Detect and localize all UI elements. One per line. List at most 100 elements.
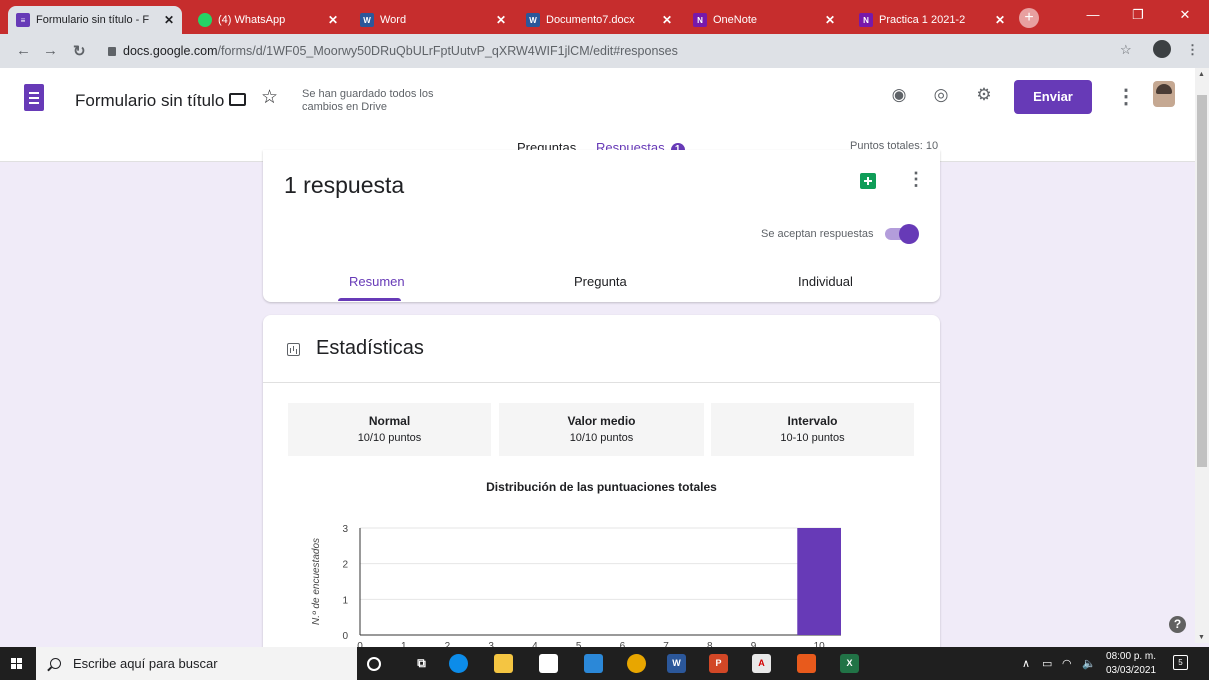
accepting-responses-toggle[interactable] [885,224,919,244]
edge-icon[interactable] [449,654,468,673]
browser-tab-documento7[interactable]: W Documento7.docx ✕ [518,6,680,34]
tab-title: (4) WhatsApp [218,14,286,26]
close-icon[interactable]: ✕ [825,13,835,27]
onenote-icon: N [859,13,873,27]
search-icon [50,658,61,669]
excel-icon[interactable]: X [840,654,859,673]
back-icon[interactable]: ← [16,42,31,59]
volume-icon[interactable]: 🔈 [1082,657,1096,670]
forward-icon[interactable]: → [43,42,58,59]
tab-title: Practica 1 2021-2 [879,14,966,26]
statistics-card: Estadísticas Normal 10/10 puntos Valor m… [263,315,940,655]
browser-tab-onenote[interactable]: N OneNote ✕ [685,6,843,34]
tab-title: Formulario sin título - F [36,14,150,26]
stat-value: 10/10 puntos [569,432,634,444]
browser-tab-practica[interactable]: N Practica 1 2021-2 ✕ [851,6,1013,34]
avatar[interactable] [1153,81,1175,107]
subtab-summary[interactable]: Resumen [349,274,405,289]
y-tick-label: 1 [342,595,348,606]
whatsapp-icon [198,13,212,27]
store-icon[interactable] [539,654,558,673]
windows-taskbar: Escribe aquí para buscar ⧉ W P A X ∧ ▭ ◠… [0,647,1209,680]
taskbar-clock[interactable]: 08:00 p. m. 03/03/2021 [1106,650,1156,678]
scrollbar-thumb[interactable] [1197,95,1207,467]
close-icon[interactable]: ✕ [662,13,672,27]
forms-icon: ≡ [16,13,30,27]
bar-chart-icon [287,343,300,356]
google-sheets-icon[interactable] [860,173,876,189]
stat-label: Valor medio [567,414,636,428]
form-title[interactable]: Formulario sin título [75,91,224,111]
address-bar-row: ← → ↻ docs.google.com /forms/d/1WF05_Moo… [0,34,1209,68]
new-tab-button[interactable]: + [1019,8,1039,28]
scroll-up-icon[interactable]: ▲ [1198,71,1205,78]
stat-label: Intervalo [787,414,838,428]
word-icon: W [360,13,374,27]
browser-tab-strip: ≡ Formulario sin título - F ✕ (4) WhatsA… [0,0,1209,34]
responses-more-icon[interactable]: ⋮ [907,169,925,190]
stat-average: Valor medio 10/10 puntos [499,403,704,456]
tab-title: Documento7.docx [546,14,635,26]
toggle-knob [899,224,919,244]
search-placeholder: Escribe aquí para buscar [73,656,218,671]
acrobat-icon[interactable]: A [752,654,771,673]
url-field[interactable]: docs.google.com /forms/d/1WF05_Moorwy50D… [108,38,1108,64]
taskbar-search-box[interactable]: Escribe aquí para buscar [36,647,357,680]
active-subtab-indicator [338,298,401,301]
reload-icon[interactable]: ↻ [73,42,86,60]
profile-icon[interactable] [1153,40,1171,58]
screen: ≡ Formulario sin título - F ✕ (4) WhatsA… [0,0,1209,680]
tab-title: OneNote [713,14,758,26]
file-explorer-icon[interactable] [494,654,513,673]
settings-gear-icon[interactable]: ⚙ [973,85,995,107]
subtab-question[interactable]: Pregunta [574,274,627,289]
scroll-down-icon[interactable]: ▼ [1198,634,1205,641]
close-icon[interactable]: ✕ [496,13,506,27]
url-path: /forms/d/1WF05_Moorwy50DRuQbULrFptUutvP_… [217,44,678,58]
close-icon[interactable]: ✕ [164,13,174,27]
bar [797,528,841,635]
window-close-button[interactable]: ✕ [1165,0,1205,30]
task-view-icon[interactable]: ⧉ [412,654,431,673]
stat-label: Normal [368,414,411,428]
browser-tab-word[interactable]: W Word ✕ [352,6,514,34]
send-button[interactable]: Enviar [1014,80,1092,114]
palette-icon[interactable]: ◉ [888,85,910,107]
y-axis-label: N.º de encuestados [311,538,322,625]
more-options-icon[interactable]: ⋮ [1116,84,1136,109]
subtab-individual[interactable]: Individual [798,274,853,289]
office-icon[interactable] [797,654,816,673]
windows-start-icon[interactable] [11,658,23,670]
wifi-icon[interactable]: ◠ [1062,657,1072,670]
browser-menu-icon[interactable]: ⋮ [1186,42,1199,58]
star-icon[interactable]: ☆ [261,86,278,109]
mail-icon[interactable] [584,654,603,673]
folder-icon[interactable] [229,93,246,106]
stat-normal: Normal 10/10 puntos [288,403,491,456]
divider [263,382,940,383]
page-scrollbar[interactable]: ▲ ▼ [1195,68,1209,643]
restore-button[interactable]: ❐ [1118,0,1158,30]
tray-chevron-icon[interactable]: ∧ [1022,657,1030,670]
chrome-icon[interactable] [627,654,646,673]
onenote-icon: N [693,13,707,27]
clock-time: 08:00 p. m. [1106,651,1157,662]
minimize-button[interactable]: — [1073,0,1113,30]
browser-tab-whatsapp[interactable]: (4) WhatsApp ✕ [190,6,346,34]
google-forms-logo-icon[interactable] [24,84,44,111]
cortana-icon[interactable] [367,657,381,671]
forms-header: Formulario sin título ☆ Se han guardado … [0,68,1195,162]
help-icon[interactable]: ? [1169,616,1186,633]
notification-center-icon[interactable]: 5 [1173,655,1188,670]
close-icon[interactable]: ✕ [995,13,1005,27]
word-taskbar-icon[interactable]: W [667,654,686,673]
browser-tab-forms[interactable]: ≡ Formulario sin título - F ✕ [8,6,182,34]
preview-eye-icon[interactable]: ◎ [930,85,952,107]
y-tick-label: 3 [342,524,348,535]
battery-icon[interactable]: ▭ [1042,657,1052,670]
powerpoint-icon[interactable]: P [709,654,728,673]
close-icon[interactable]: ✕ [328,13,338,27]
score-distribution-chart: 0123012345678910N.º de encuestados [311,524,841,652]
bookmark-star-icon[interactable]: ☆ [1120,42,1132,58]
save-status: Se han guardado todos los cambios en Dri… [302,88,434,113]
